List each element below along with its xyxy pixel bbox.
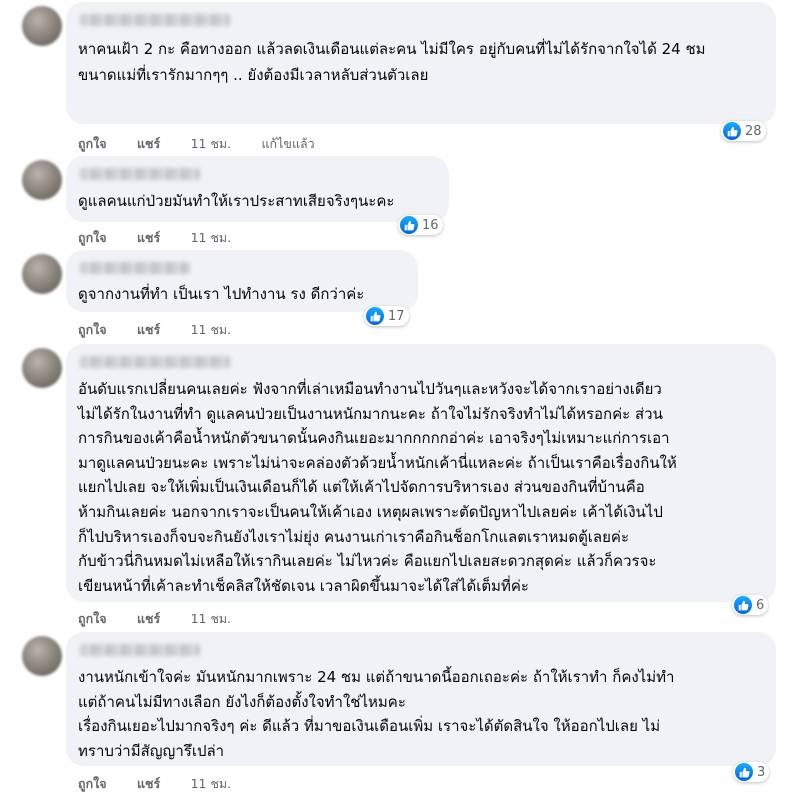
commenter-name-redacted[interactable] bbox=[80, 356, 230, 368]
comment-text: ดูแลคนแก่ป่วยมันทำให้เราประสาทเสียจริงๆน… bbox=[78, 192, 395, 210]
edited-label: แก้ไขแล้ว bbox=[261, 136, 315, 151]
reaction-count-badge[interactable]: 17 bbox=[364, 306, 409, 326]
share-action[interactable]: แชร์ bbox=[137, 322, 160, 337]
share-action[interactable]: แชร์ bbox=[137, 230, 160, 245]
like-action[interactable]: ถูกใจ bbox=[78, 136, 107, 151]
share-action[interactable]: แชร์ bbox=[137, 776, 160, 791]
commenter-name-redacted[interactable] bbox=[80, 262, 190, 274]
avatar[interactable] bbox=[22, 6, 62, 46]
comment-text: หาคนเฝ้า 2 กะ คือทางออก แล้วลดเงินเดือนแ… bbox=[78, 40, 706, 84]
comment-bubble: อันดับแรกเปลี่ยนคนเลยค่ะ ฟังจากที่เล่าเห… bbox=[66, 344, 776, 602]
like-icon bbox=[366, 307, 384, 325]
like-icon bbox=[735, 763, 753, 781]
like-action[interactable]: ถูกใจ bbox=[78, 776, 107, 791]
comment-bubble: ดูจากงานที่ทำ เป็นเรา ไปทำงาน รง ดีกว่าค… bbox=[66, 250, 418, 312]
comment-bubble: งานหนักเข้าใจค่ะ มันหนักมากเพราะ 24 ชม แ… bbox=[66, 632, 776, 766]
reaction-count: 17 bbox=[388, 308, 405, 324]
reaction-count: 6 bbox=[756, 597, 765, 613]
like-action[interactable]: ถูกใจ bbox=[78, 230, 107, 245]
comment-time[interactable]: 11 ชม. bbox=[191, 322, 232, 337]
comment-time[interactable]: 11 ชม. bbox=[191, 611, 232, 626]
avatar[interactable] bbox=[22, 160, 62, 200]
comment-time[interactable]: 11 ชม. bbox=[191, 776, 232, 791]
comment-text: ดูจากงานที่ทำ เป็นเรา ไปทำงาน รง ดีกว่าค… bbox=[78, 285, 365, 303]
reaction-count: 16 bbox=[422, 217, 439, 233]
comment-actions: ถูกใจ แชร์ 11 ชม. bbox=[78, 774, 257, 794]
reaction-count: 3 bbox=[757, 764, 766, 780]
comment-text: อันดับแรกเปลี่ยนคนเลยค่ะ ฟังจากที่เล่าเห… bbox=[78, 380, 677, 595]
comment-actions: ถูกใจ แชร์ 11 ชม. bbox=[78, 228, 257, 248]
reaction-count-badge[interactable]: 16 bbox=[398, 215, 443, 235]
reaction-count-badge[interactable]: 28 bbox=[721, 121, 766, 141]
comment-actions: ถูกใจ แชร์ 11 ชม. แก้ไขแล้ว bbox=[78, 134, 341, 154]
share-action[interactable]: แชร์ bbox=[137, 136, 160, 151]
avatar[interactable] bbox=[22, 254, 62, 294]
comment-actions: ถูกใจ แชร์ 11 ชม. bbox=[78, 609, 257, 629]
share-action[interactable]: แชร์ bbox=[137, 611, 160, 626]
comment-bubble: หาคนเฝ้า 2 กะ คือทางออก แล้วลดเงินเดือนแ… bbox=[66, 2, 776, 124]
comment-bubble: ดูแลคนแก่ป่วยมันทำให้เราประสาทเสียจริงๆน… bbox=[66, 156, 449, 222]
like-icon bbox=[734, 596, 752, 614]
reaction-count-badge[interactable]: 3 bbox=[733, 762, 770, 782]
comment-text: งานหนักเข้าใจค่ะ มันหนักมากเพราะ 24 ชม แ… bbox=[78, 668, 675, 760]
commenter-name-redacted[interactable] bbox=[80, 168, 200, 180]
like-icon bbox=[400, 216, 418, 234]
comment-actions: ถูกใจ แชร์ 11 ชม. bbox=[78, 320, 257, 340]
like-action[interactable]: ถูกใจ bbox=[78, 611, 107, 626]
commenter-name-redacted[interactable] bbox=[80, 644, 200, 656]
like-action[interactable]: ถูกใจ bbox=[78, 322, 107, 337]
comment-time[interactable]: 11 ชม. bbox=[191, 230, 232, 245]
reaction-count-badge[interactable]: 6 bbox=[732, 595, 769, 615]
avatar[interactable] bbox=[22, 348, 62, 388]
reaction-count: 28 bbox=[745, 123, 762, 139]
commenter-name-redacted[interactable] bbox=[80, 14, 230, 26]
comment-time[interactable]: 11 ชม. bbox=[191, 136, 232, 151]
avatar[interactable] bbox=[22, 636, 62, 676]
like-icon bbox=[723, 122, 741, 140]
